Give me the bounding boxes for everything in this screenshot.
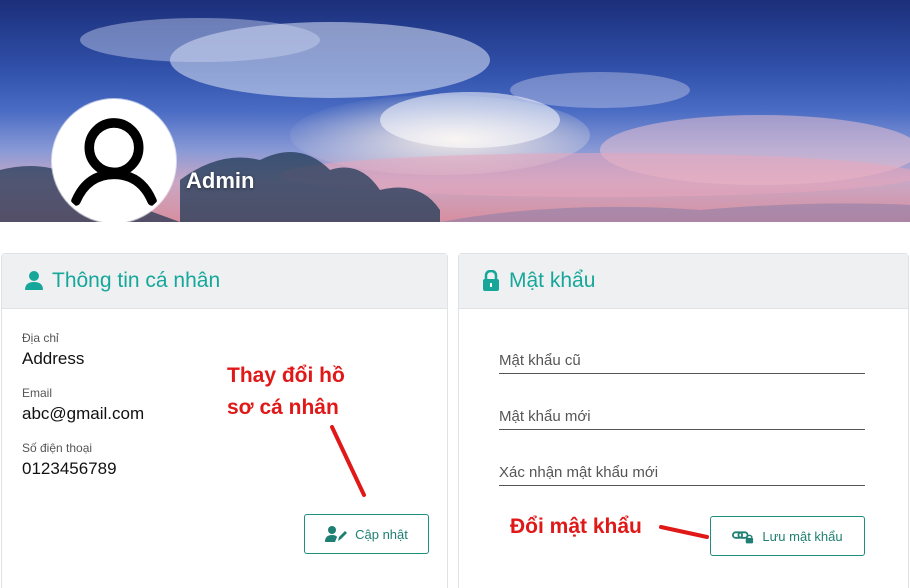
avatar — [52, 99, 176, 222]
phone-value: 0123456789 — [22, 459, 117, 478]
user-edit-icon — [325, 526, 348, 542]
old-password-field[interactable] — [499, 344, 865, 374]
save-password-label: Lưu mật khẩu — [762, 528, 843, 544]
update-profile-button[interactable]: Cập nhật — [304, 514, 429, 554]
phone-info: Số điện thoại 0123456789 — [22, 441, 117, 479]
new-password-input[interactable] — [499, 400, 865, 428]
email-info: Email abc@gmail.com — [22, 386, 144, 424]
lock-icon — [483, 270, 499, 291]
email-value: abc@gmail.com — [22, 404, 145, 423]
profile-banner: Admin — [0, 0, 910, 222]
personal-info-header: Thông tin cá nhân — [2, 254, 447, 309]
address-value: Address — [22, 349, 85, 368]
password-header: Mật khẩu — [459, 254, 908, 309]
user-icon — [25, 271, 43, 290]
profile-page: Admin Thông tin cá nhân Địa chỉ Address … — [0, 0, 910, 588]
annotation-arrow-line — [659, 525, 709, 539]
annotation-arrow-line — [330, 425, 366, 497]
password-title: Mật khẩu — [509, 269, 596, 292]
confirm-password-field[interactable] — [499, 456, 865, 486]
password-card: Mật khẩu Đổi mật khẩu Lưu mật khẩu — [458, 253, 909, 588]
address-label: Địa chỉ — [22, 331, 59, 345]
personal-info-title: Thông tin cá nhân — [52, 269, 221, 292]
change-password-annotation: Đổi mật khẩu — [510, 515, 642, 538]
phone-label: Số điện thoại — [22, 441, 93, 455]
old-password-input[interactable] — [499, 344, 865, 372]
annotation-line-1: Thay đổi hồ — [227, 364, 345, 387]
new-password-field[interactable] — [499, 400, 865, 430]
address-info: Địa chỉ Address — [22, 331, 84, 369]
user-silhouette-icon — [71, 118, 157, 206]
personal-info-card: Thông tin cá nhân Địa chỉ Address Email … — [1, 253, 448, 588]
update-profile-annotation: Thay đổi hồ sơ cá nhân — [227, 360, 345, 424]
profile-username: Admin — [186, 168, 255, 193]
update-button-label: Cập nhật — [355, 526, 408, 542]
save-password-button[interactable]: Lưu mật khẩu — [710, 516, 865, 556]
confirm-password-input[interactable] — [499, 456, 865, 484]
link-lock-icon — [732, 531, 754, 544]
email-label: Email — [22, 386, 53, 400]
